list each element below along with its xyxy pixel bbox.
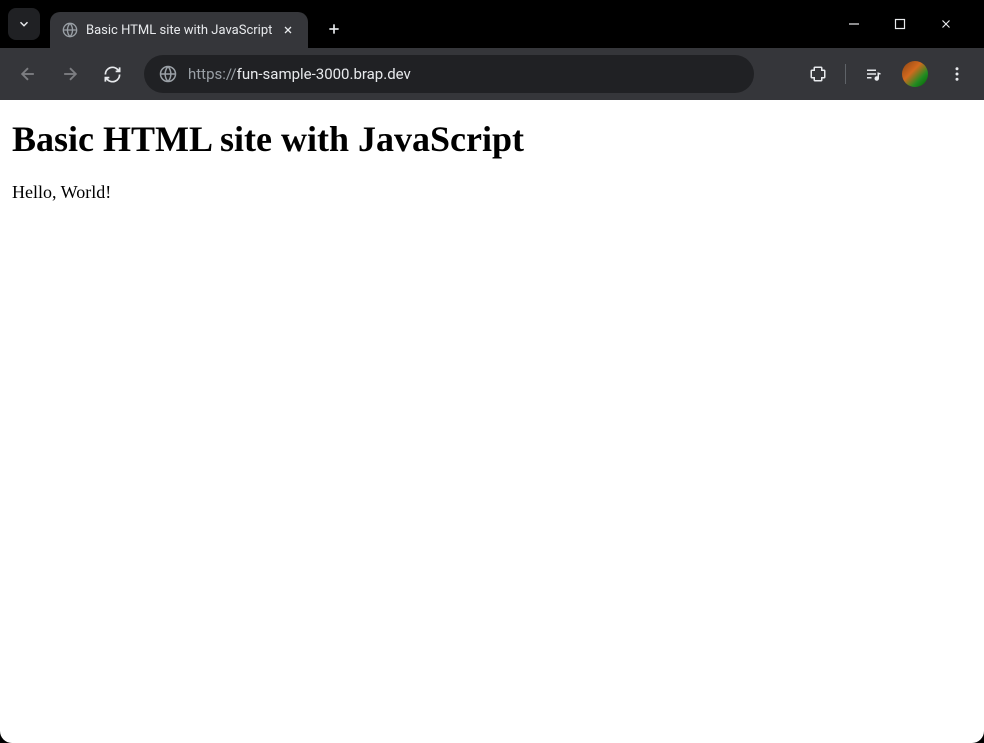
browser-toolbar: https://fun-sample-3000.brap.dev bbox=[0, 48, 984, 100]
profile-button[interactable] bbox=[898, 57, 932, 91]
site-info-button[interactable] bbox=[158, 64, 178, 84]
toolbar-actions bbox=[801, 57, 974, 91]
window-controls bbox=[840, 10, 976, 38]
extensions-icon bbox=[809, 65, 827, 83]
globe-icon bbox=[62, 22, 78, 38]
new-tab-button[interactable] bbox=[320, 15, 348, 43]
window-minimize-button[interactable] bbox=[840, 10, 868, 38]
page-body-text: Hello, World! bbox=[12, 182, 972, 203]
arrow-right-icon bbox=[60, 64, 80, 84]
tab-title: Basic HTML site with JavaScript bbox=[86, 23, 272, 38]
close-icon bbox=[282, 24, 294, 36]
reload-icon bbox=[103, 65, 122, 84]
arrow-left-icon bbox=[18, 64, 38, 84]
avatar-icon bbox=[902, 61, 928, 87]
menu-button[interactable] bbox=[940, 57, 974, 91]
music-note-icon bbox=[864, 65, 882, 83]
extensions-button[interactable] bbox=[801, 57, 835, 91]
maximize-icon bbox=[894, 18, 906, 30]
close-icon bbox=[939, 17, 953, 31]
window-maximize-button[interactable] bbox=[886, 10, 914, 38]
back-button[interactable] bbox=[10, 56, 46, 92]
window-close-button[interactable] bbox=[932, 10, 960, 38]
plus-icon bbox=[326, 21, 342, 37]
media-controls-button[interactable] bbox=[856, 57, 890, 91]
url-display: https://fun-sample-3000.brap.dev bbox=[188, 65, 740, 83]
browser-tab[interactable]: Basic HTML site with JavaScript bbox=[50, 12, 308, 48]
tab-search-dropdown[interactable] bbox=[8, 8, 40, 40]
page-viewport: Basic HTML site with JavaScript Hello, W… bbox=[0, 100, 984, 743]
forward-button[interactable] bbox=[52, 56, 88, 92]
url-host: fun-sample-3000.brap.dev bbox=[237, 65, 411, 83]
address-bar[interactable]: https://fun-sample-3000.brap.dev bbox=[144, 55, 754, 93]
minimize-icon bbox=[848, 18, 860, 30]
tab-close-button[interactable] bbox=[280, 22, 296, 38]
reload-button[interactable] bbox=[94, 56, 130, 92]
url-scheme: https:// bbox=[188, 65, 237, 83]
globe-icon bbox=[159, 65, 177, 83]
chevron-down-icon bbox=[17, 17, 31, 31]
more-vertical-icon bbox=[948, 65, 966, 83]
page-heading: Basic HTML site with JavaScript bbox=[12, 118, 972, 160]
toolbar-divider bbox=[845, 64, 846, 84]
window-title-bar: Basic HTML site with JavaScript bbox=[0, 0, 984, 48]
